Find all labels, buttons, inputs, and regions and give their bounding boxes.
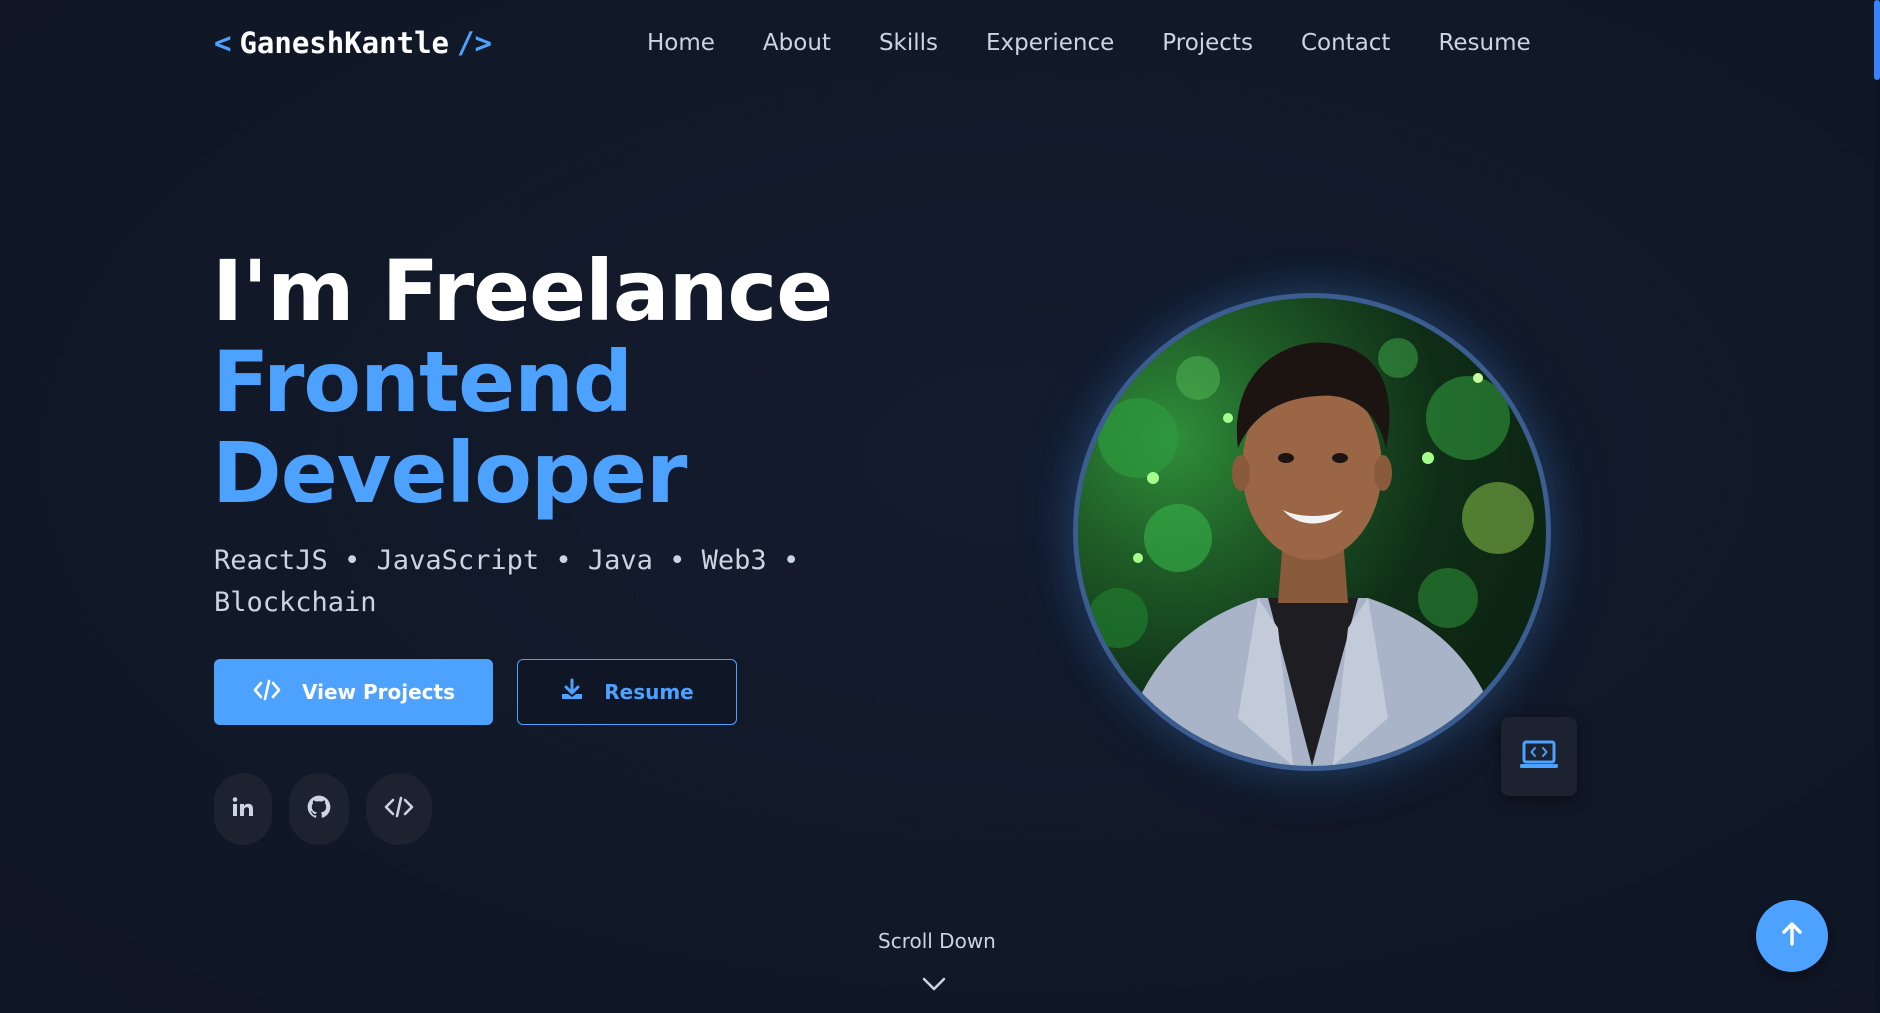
skills-tagline: ReactJS • JavaScript • Java • Web3 • Blo… bbox=[214, 545, 800, 618]
arrow-up-icon bbox=[1778, 920, 1806, 952]
brand-logo[interactable]: < GaneshKantle /> bbox=[214, 26, 492, 60]
portfolio-code-link[interactable] bbox=[366, 773, 432, 845]
download-icon bbox=[560, 678, 584, 707]
scrollbar-thumb[interactable] bbox=[1874, 0, 1880, 80]
main-nav: Home About Skills Experience Projects Co… bbox=[647, 30, 1531, 56]
profile-photo bbox=[1073, 293, 1551, 771]
chevron-down-icon[interactable] bbox=[922, 976, 946, 996]
back-to-top-button[interactable] bbox=[1756, 900, 1828, 972]
nav-experience[interactable]: Experience bbox=[986, 30, 1114, 56]
nav-home[interactable]: Home bbox=[647, 30, 715, 56]
hero-title-line2: Frontend bbox=[212, 333, 633, 431]
linkedin-icon bbox=[231, 795, 255, 823]
nav-skills[interactable]: Skills bbox=[879, 30, 938, 56]
nav-about[interactable]: About bbox=[763, 30, 831, 56]
hero-title-line3: Developer bbox=[212, 424, 687, 522]
code-icon bbox=[252, 678, 282, 707]
resume-label: Resume bbox=[604, 680, 694, 704]
code-icon bbox=[383, 795, 415, 823]
linkedin-link[interactable] bbox=[214, 773, 272, 845]
github-link[interactable] bbox=[289, 773, 349, 845]
nav-resume[interactable]: Resume bbox=[1438, 30, 1530, 56]
profile-photo-illustration bbox=[1088, 338, 1534, 766]
github-icon bbox=[306, 794, 332, 824]
page: < GaneshKantle /> Home About Skills Expe… bbox=[0, 0, 1880, 1013]
resume-button[interactable]: Resume bbox=[517, 659, 737, 725]
laptop-code-icon bbox=[1519, 739, 1559, 775]
nav-projects[interactable]: Projects bbox=[1162, 30, 1253, 56]
scroll-down-label[interactable]: Scroll Down bbox=[878, 929, 996, 953]
logo-close-bracket: /> bbox=[456, 26, 492, 60]
logo-open-bracket: < bbox=[214, 26, 232, 60]
view-projects-label: View Projects bbox=[302, 680, 455, 704]
logo-name: GaneshKantle bbox=[239, 26, 449, 60]
laptop-code-badge bbox=[1501, 717, 1577, 796]
view-projects-button[interactable]: View Projects bbox=[214, 659, 493, 725]
hero-title-line1: I'm Freelance bbox=[212, 242, 833, 340]
scrollbar[interactable] bbox=[1874, 0, 1880, 1013]
nav-contact[interactable]: Contact bbox=[1301, 30, 1390, 56]
